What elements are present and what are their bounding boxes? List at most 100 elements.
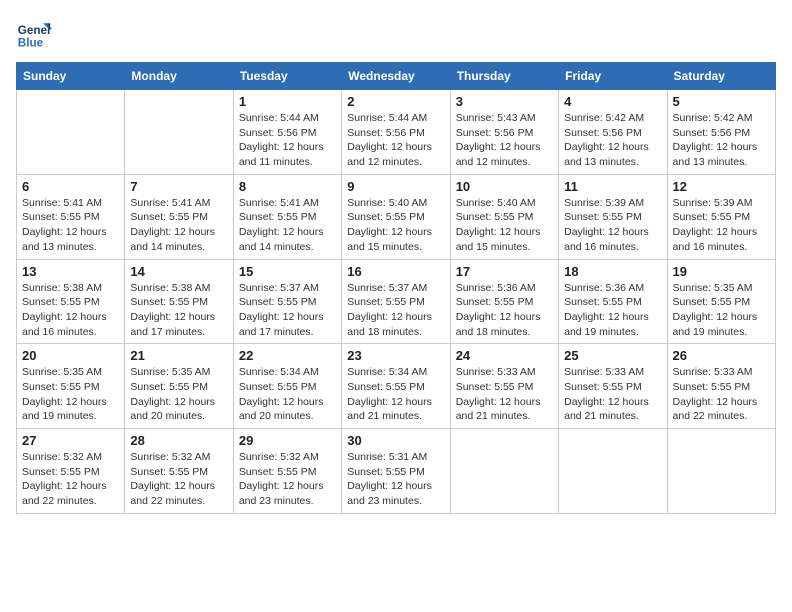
calendar-cell: 3 Sunrise: 5:43 AM Sunset: 5:56 PM Daylig… <box>450 90 558 175</box>
week-row-3: 13 Sunrise: 5:38 AM Sunset: 5:55 PM Dayli… <box>17 259 776 344</box>
col-header-monday: Monday <box>125 63 233 90</box>
col-header-thursday: Thursday <box>450 63 558 90</box>
day-info: Sunrise: 5:39 AM Sunset: 5:55 PM Dayligh… <box>564 196 661 255</box>
day-number: 15 <box>239 264 336 279</box>
day-number: 6 <box>22 179 119 194</box>
day-info: Sunrise: 5:37 AM Sunset: 5:55 PM Dayligh… <box>239 281 336 340</box>
col-header-saturday: Saturday <box>667 63 775 90</box>
day-info: Sunrise: 5:35 AM Sunset: 5:55 PM Dayligh… <box>22 365 119 424</box>
calendar-cell <box>125 90 233 175</box>
calendar-cell: 15 Sunrise: 5:37 AM Sunset: 5:55 PM Dayli… <box>233 259 341 344</box>
day-info: Sunrise: 5:39 AM Sunset: 5:55 PM Dayligh… <box>673 196 770 255</box>
day-info: Sunrise: 5:33 AM Sunset: 5:55 PM Dayligh… <box>564 365 661 424</box>
calendar-cell: 16Sunrise: 5:37 AM Sunset: 5:55 PM Dayli… <box>342 259 450 344</box>
day-number: 20 <box>22 348 119 363</box>
calendar-cell: 2 Sunrise: 5:44 AM Sunset: 5:56 PM Daylig… <box>342 90 450 175</box>
day-info: Sunrise: 5:32 AM Sunset: 5:55 PM Dayligh… <box>22 450 119 509</box>
calendar-header-row: SundayMondayTuesdayWednesdayThursdayFrid… <box>17 63 776 90</box>
day-number: 19 <box>673 264 770 279</box>
day-number: 3 <box>456 94 553 109</box>
day-number: 28 <box>130 433 227 448</box>
day-info: Sunrise: 5:36 AM Sunset: 5:55 PM Dayligh… <box>456 281 553 340</box>
calendar-cell: 19 Sunrise: 5:35 AM Sunset: 5:55 PM Dayli… <box>667 259 775 344</box>
calendar-cell: 24 Sunrise: 5:33 AM Sunset: 5:55 PM Dayli… <box>450 344 558 429</box>
day-number: 13 <box>22 264 119 279</box>
day-number: 18 <box>564 264 661 279</box>
day-number: 2 <box>347 94 444 109</box>
day-number: 11 <box>564 179 661 194</box>
calendar-cell: 12 Sunrise: 5:39 AM Sunset: 5:55 PM Dayli… <box>667 174 775 259</box>
day-number: 9 <box>347 179 444 194</box>
day-info: Sunrise: 5:41 AM Sunset: 5:55 PM Dayligh… <box>22 196 119 255</box>
calendar-cell: 18 Sunrise: 5:36 AM Sunset: 5:55 PM Dayli… <box>559 259 667 344</box>
calendar-cell: 21 Sunrise: 5:35 AM Sunset: 5:55 PM Dayli… <box>125 344 233 429</box>
calendar-cell <box>667 429 775 514</box>
day-info: Sunrise: 5:38 AM Sunset: 5:55 PM Dayligh… <box>130 281 227 340</box>
day-info: Sunrise: 5:33 AM Sunset: 5:55 PM Dayligh… <box>673 365 770 424</box>
day-info: Sunrise: 5:35 AM Sunset: 5:55 PM Dayligh… <box>130 365 227 424</box>
col-header-friday: Friday <box>559 63 667 90</box>
day-info: Sunrise: 5:42 AM Sunset: 5:56 PM Dayligh… <box>673 111 770 170</box>
day-info: Sunrise: 5:43 AM Sunset: 5:56 PM Dayligh… <box>456 111 553 170</box>
day-number: 30 <box>347 433 444 448</box>
day-info: Sunrise: 5:44 AM Sunset: 5:56 PM Dayligh… <box>239 111 336 170</box>
calendar-cell: 8Sunrise: 5:41 AM Sunset: 5:55 PM Daylig… <box>233 174 341 259</box>
calendar-cell: 29Sunrise: 5:32 AM Sunset: 5:55 PM Dayli… <box>233 429 341 514</box>
day-info: Sunrise: 5:44 AM Sunset: 5:56 PM Dayligh… <box>347 111 444 170</box>
day-info: Sunrise: 5:37 AM Sunset: 5:55 PM Dayligh… <box>347 281 444 340</box>
calendar-cell: 11 Sunrise: 5:39 AM Sunset: 5:55 PM Dayli… <box>559 174 667 259</box>
day-number: 23 <box>347 348 444 363</box>
calendar-cell: 26 Sunrise: 5:33 AM Sunset: 5:55 PM Dayli… <box>667 344 775 429</box>
calendar-cell: 7Sunrise: 5:41 AM Sunset: 5:55 PM Daylig… <box>125 174 233 259</box>
calendar-cell: 6 Sunrise: 5:41 AM Sunset: 5:55 PM Daylig… <box>17 174 125 259</box>
day-info: Sunrise: 5:40 AM Sunset: 5:55 PM Dayligh… <box>456 196 553 255</box>
calendar-cell: 20 Sunrise: 5:35 AM Sunset: 5:55 PM Dayli… <box>17 344 125 429</box>
calendar-cell <box>17 90 125 175</box>
calendar-cell: 17 Sunrise: 5:36 AM Sunset: 5:55 PM Dayli… <box>450 259 558 344</box>
day-info: Sunrise: 5:34 AM Sunset: 5:55 PM Dayligh… <box>347 365 444 424</box>
day-number: 22 <box>239 348 336 363</box>
day-info: Sunrise: 5:42 AM Sunset: 5:56 PM Dayligh… <box>564 111 661 170</box>
calendar-cell: 9 Sunrise: 5:40 AM Sunset: 5:55 PM Daylig… <box>342 174 450 259</box>
day-number: 17 <box>456 264 553 279</box>
day-number: 29 <box>239 433 336 448</box>
calendar-cell <box>559 429 667 514</box>
logo-icon: General Blue <box>16 16 52 52</box>
calendar-cell: 1 Sunrise: 5:44 AM Sunset: 5:56 PM Daylig… <box>233 90 341 175</box>
day-number: 14 <box>130 264 227 279</box>
day-info: Sunrise: 5:36 AM Sunset: 5:55 PM Dayligh… <box>564 281 661 340</box>
day-number: 12 <box>673 179 770 194</box>
calendar-cell: 13 Sunrise: 5:38 AM Sunset: 5:55 PM Dayli… <box>17 259 125 344</box>
day-info: Sunrise: 5:33 AM Sunset: 5:55 PM Dayligh… <box>456 365 553 424</box>
day-info: Sunrise: 5:35 AM Sunset: 5:55 PM Dayligh… <box>673 281 770 340</box>
week-row-4: 20 Sunrise: 5:35 AM Sunset: 5:55 PM Dayli… <box>17 344 776 429</box>
calendar-table: SundayMondayTuesdayWednesdayThursdayFrid… <box>16 62 776 514</box>
calendar-cell: 23 Sunrise: 5:34 AM Sunset: 5:55 PM Dayli… <box>342 344 450 429</box>
calendar-cell <box>450 429 558 514</box>
day-number: 21 <box>130 348 227 363</box>
calendar-cell: 28 Sunrise: 5:32 AM Sunset: 5:55 PM Dayli… <box>125 429 233 514</box>
calendar-cell: 22Sunrise: 5:34 AM Sunset: 5:55 PM Dayli… <box>233 344 341 429</box>
day-number: 24 <box>456 348 553 363</box>
logo: General Blue <box>16 16 56 52</box>
calendar-cell: 27Sunrise: 5:32 AM Sunset: 5:55 PM Dayli… <box>17 429 125 514</box>
day-number: 25 <box>564 348 661 363</box>
day-number: 7 <box>130 179 227 194</box>
calendar-cell: 25 Sunrise: 5:33 AM Sunset: 5:55 PM Dayli… <box>559 344 667 429</box>
week-row-2: 6 Sunrise: 5:41 AM Sunset: 5:55 PM Daylig… <box>17 174 776 259</box>
col-header-wednesday: Wednesday <box>342 63 450 90</box>
day-info: Sunrise: 5:40 AM Sunset: 5:55 PM Dayligh… <box>347 196 444 255</box>
day-number: 1 <box>239 94 336 109</box>
page-header: General Blue <box>16 16 776 52</box>
calendar-cell: 14 Sunrise: 5:38 AM Sunset: 5:55 PM Dayli… <box>125 259 233 344</box>
svg-text:Blue: Blue <box>18 37 44 50</box>
calendar-cell: 4 Sunrise: 5:42 AM Sunset: 5:56 PM Daylig… <box>559 90 667 175</box>
day-info: Sunrise: 5:31 AM Sunset: 5:55 PM Dayligh… <box>347 450 444 509</box>
day-number: 4 <box>564 94 661 109</box>
day-info: Sunrise: 5:41 AM Sunset: 5:55 PM Dayligh… <box>239 196 336 255</box>
day-info: Sunrise: 5:38 AM Sunset: 5:55 PM Dayligh… <box>22 281 119 340</box>
day-info: Sunrise: 5:32 AM Sunset: 5:55 PM Dayligh… <box>130 450 227 509</box>
calendar-cell: 10Sunrise: 5:40 AM Sunset: 5:55 PM Dayli… <box>450 174 558 259</box>
col-header-tuesday: Tuesday <box>233 63 341 90</box>
day-number: 26 <box>673 348 770 363</box>
